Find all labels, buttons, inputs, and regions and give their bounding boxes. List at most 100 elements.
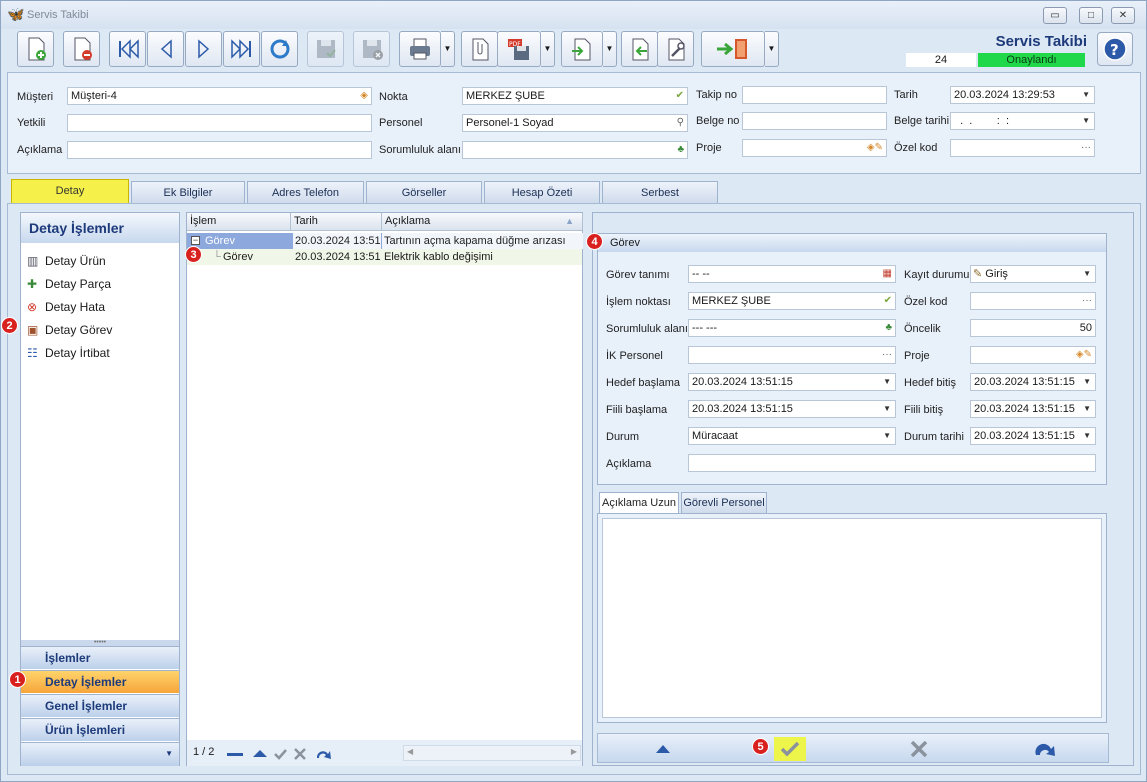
gorev-proje-field[interactable]: ◈✎: [970, 346, 1096, 364]
detay-irtibat-item[interactable]: ☷ Detay İrtibat: [25, 343, 110, 363]
detay-gorev-item[interactable]: ▣ Detay Görev: [25, 320, 112, 340]
chevron-down-icon[interactable]: ▼: [1083, 401, 1091, 417]
save-close-button[interactable]: [353, 31, 390, 67]
delete-record-button[interactable]: [63, 31, 100, 67]
ellipsis-icon[interactable]: ···: [1082, 293, 1092, 309]
help-button[interactable]: ?: [1097, 32, 1133, 66]
takip-field[interactable]: [742, 86, 887, 104]
person-search-icon[interactable]: ⚲: [677, 115, 684, 131]
col-islem[interactable]: İşlem: [187, 213, 291, 231]
ik-personel-field[interactable]: ···: [688, 346, 896, 364]
check-icon[interactable]: ✔: [676, 88, 684, 104]
aciklama-field[interactable]: [67, 141, 372, 159]
chevron-down-icon[interactable]: ▼: [1083, 266, 1091, 282]
gorev-sorumluluk-field[interactable]: --- --- ♣: [688, 319, 896, 337]
redo-button[interactable]: [1030, 739, 1060, 759]
table-row[interactable]: − Görev 20.03.2024 13:51: Tartının açma …: [187, 233, 583, 249]
tab-aciklama-uzun[interactable]: Açıklama Uzun: [599, 492, 679, 513]
move-up-button[interactable]: [648, 739, 678, 759]
nav-islemler[interactable]: İşlemler: [21, 646, 179, 669]
minimize-button[interactable]: ▭: [1043, 7, 1067, 24]
eraser-icon[interactable]: ◈: [360, 88, 368, 104]
oncelik-field[interactable]: 50: [970, 319, 1096, 337]
tab-hesap-ozeti[interactable]: Hesap Özeti: [484, 181, 600, 203]
import-button[interactable]: [621, 31, 658, 67]
col-tarih[interactable]: Tarih: [291, 213, 382, 231]
proje-field[interactable]: ◈✎: [742, 139, 887, 157]
pdf-export-button[interactable]: PDF: [497, 31, 541, 67]
gorev-ozel-kod-field[interactable]: ···: [970, 292, 1096, 310]
belge-tarihi-field[interactable]: . . : : ▼: [950, 112, 1095, 130]
close-button[interactable]: ✕: [1111, 7, 1135, 24]
durum-tarihi-field[interactable]: 20.03.2024 13:51:15 ▼: [970, 427, 1096, 445]
tab-gorevli-personel[interactable]: Görevli Personel: [681, 492, 767, 513]
group-icon[interactable]: ♣: [885, 320, 892, 336]
long-description-textarea[interactable]: [602, 518, 1102, 718]
calendar-icon[interactable]: ▦: [883, 266, 892, 282]
chevron-down-icon[interactable]: ▼: [1082, 113, 1090, 129]
next-record-button[interactable]: [185, 31, 222, 67]
chevron-down-icon[interactable]: ▼: [883, 374, 891, 390]
eraser-edit-icon[interactable]: ◈✎: [1076, 347, 1092, 363]
fiili-baslama-field[interactable]: 20.03.2024 13:51:15 ▼: [688, 400, 896, 418]
islem-noktasi-field[interactable]: MERKEZ ŞUBE ✔: [688, 292, 896, 310]
chevron-down-icon[interactable]: ▼: [1083, 428, 1091, 444]
exit-button[interactable]: [701, 31, 765, 67]
kayit-durumu-field[interactable]: ✎ Giriş ▼: [970, 265, 1096, 283]
table-row[interactable]: └ Görev 20.03.2024 13:51: Elektrik kablo…: [187, 249, 582, 265]
print-dropdown[interactable]: ▼: [441, 31, 455, 67]
export-dropdown[interactable]: ▼: [603, 31, 617, 67]
hedef-bitis-field[interactable]: 20.03.2024 13:51:15 ▼: [970, 373, 1096, 391]
nav-urun-islemleri[interactable]: Ürün İşlemleri: [21, 718, 179, 741]
pdf-dropdown[interactable]: ▼: [541, 31, 555, 67]
save-button[interactable]: [307, 31, 344, 67]
maximize-button[interactable]: □: [1079, 7, 1103, 24]
collapse-icon[interactable]: −: [191, 236, 200, 245]
nav-overflow[interactable]: ▼: [21, 742, 179, 766]
detay-urun-item[interactable]: ▥ Detay Ürün: [25, 251, 106, 271]
hedef-baslama-field[interactable]: 20.03.2024 13:51:15 ▼: [688, 373, 896, 391]
tools-button[interactable]: [657, 31, 694, 67]
group-icon[interactable]: ♣: [677, 142, 684, 158]
chevron-down-icon[interactable]: ▼: [1082, 87, 1090, 103]
horizontal-scrollbar[interactable]: ◀ ▶: [403, 745, 581, 761]
nav-genel-islemler[interactable]: Genel İşlemler: [21, 694, 179, 717]
gorev-aciklama-field[interactable]: [688, 454, 1096, 472]
print-button[interactable]: [399, 31, 441, 67]
export-button[interactable]: [561, 31, 603, 67]
musteri-field[interactable]: Müşteri-4 ◈: [67, 87, 372, 105]
first-record-button[interactable]: [109, 31, 146, 67]
detay-parca-item[interactable]: ✚ Detay Parça: [25, 274, 111, 294]
detay-hata-item[interactable]: ⊗ Detay Hata: [25, 297, 105, 317]
fiili-bitis-field[interactable]: 20.03.2024 13:51:15 ▼: [970, 400, 1096, 418]
yetkili-field[interactable]: [67, 114, 372, 132]
refresh-button[interactable]: [261, 31, 298, 67]
tab-gorseller[interactable]: Görseller: [366, 181, 482, 203]
nav-detay-islemler[interactable]: Detay İşlemler: [21, 670, 179, 693]
chevron-down-icon[interactable]: ▼: [883, 428, 891, 444]
tab-adres-telefon[interactable]: Adres Telefon: [247, 181, 364, 203]
belge-field[interactable]: [742, 112, 887, 130]
check-icon[interactable]: ✔: [884, 293, 892, 309]
attachment-button[interactable]: [461, 31, 498, 67]
scroll-right-icon[interactable]: ▶: [571, 747, 577, 756]
last-record-button[interactable]: [223, 31, 260, 67]
col-aciklama[interactable]: Açıklama ▲: [382, 213, 583, 231]
nokta-field[interactable]: MERKEZ ŞUBE ✔: [462, 87, 688, 105]
cancel-button[interactable]: [904, 739, 934, 759]
ozel-kod-field[interactable]: ···: [950, 139, 1095, 157]
ellipsis-icon[interactable]: ···: [1081, 140, 1091, 156]
eraser-edit-icon[interactable]: ◈✎: [867, 140, 883, 156]
sorumluluk-field[interactable]: ♣: [462, 141, 688, 159]
tab-detay[interactable]: Detay: [11, 179, 129, 203]
exit-dropdown[interactable]: ▼: [765, 31, 779, 67]
personel-field[interactable]: Personel-1 Soyad ⚲: [462, 114, 688, 132]
scroll-left-icon[interactable]: ◀: [407, 747, 413, 756]
chevron-down-icon[interactable]: ▼: [883, 401, 891, 417]
chevron-down-icon[interactable]: ▼: [1083, 374, 1091, 390]
tarih-field[interactable]: 20.03.2024 13:29:53 ▼: [950, 86, 1095, 104]
new-record-button[interactable]: [17, 31, 54, 67]
durum-field[interactable]: Müracaat ▼: [688, 427, 896, 445]
ellipsis-icon[interactable]: ···: [882, 347, 892, 363]
confirm-button[interactable]: [774, 737, 806, 761]
